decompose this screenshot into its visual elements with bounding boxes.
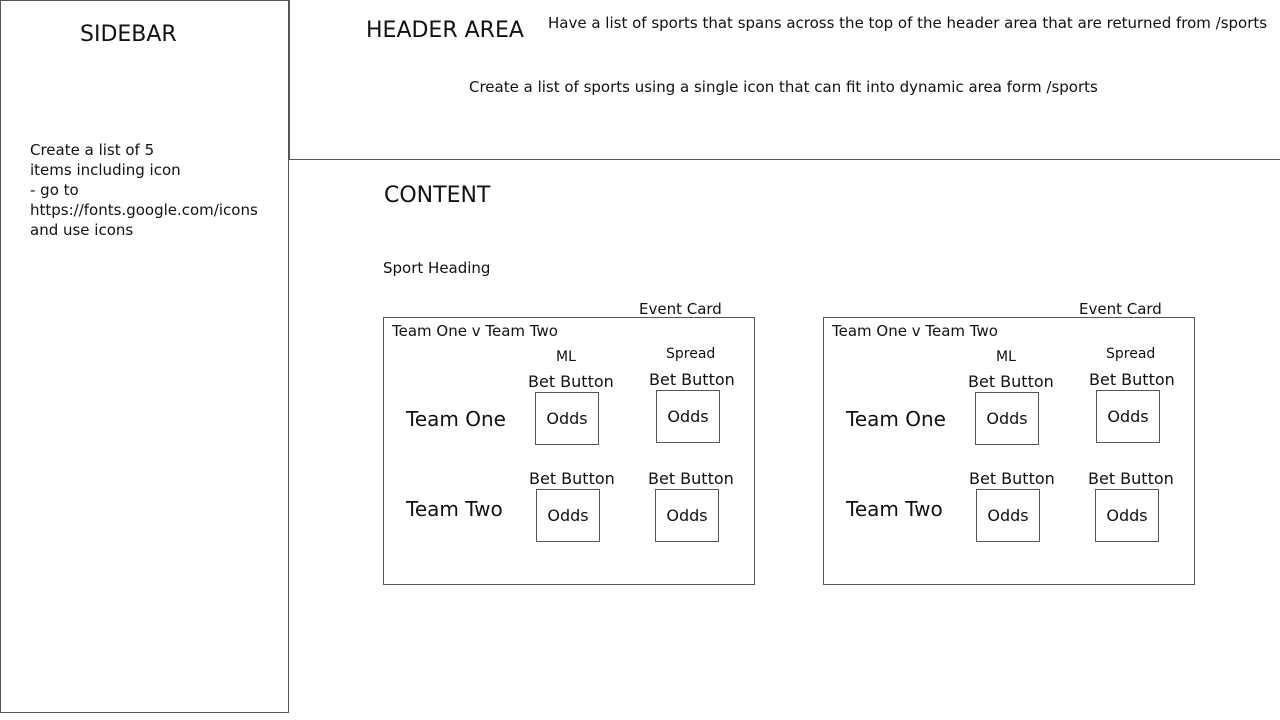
team-two-spread-odds-button[interactable]: Odds xyxy=(1095,489,1159,542)
bet-button-label: Bet Button xyxy=(1088,469,1174,488)
team-two-name: Team Two xyxy=(406,497,503,521)
team-one-ml-odds-button[interactable]: Odds xyxy=(535,392,599,445)
team-two-ml-odds-button[interactable]: Odds xyxy=(536,489,600,542)
team-one-ml-odds-button[interactable]: Odds xyxy=(975,392,1039,445)
event-card-label: Event Card xyxy=(1079,300,1162,318)
ml-column-label: ML xyxy=(556,349,576,365)
bet-button-label: Bet Button xyxy=(529,469,615,488)
spread-column-label: Spread xyxy=(1106,346,1156,362)
event-card-label: Event Card xyxy=(639,300,722,318)
sidebar-title: SIDEBAR xyxy=(80,22,177,47)
team-two-name: Team Two xyxy=(846,497,943,521)
bet-button-label: Bet Button xyxy=(528,372,614,391)
ml-column-label: ML xyxy=(996,349,1016,365)
team-one-spread-odds-button[interactable]: Odds xyxy=(1096,390,1160,443)
content-title: CONTENT xyxy=(384,183,491,208)
bet-button-label: Bet Button xyxy=(649,370,735,389)
event-matchup: Team One v Team Two xyxy=(832,322,998,340)
sidebar-note: Create a list of 5 items including icon … xyxy=(30,141,258,239)
event-card: Team One v Team Two ML Spread Bet Button… xyxy=(383,317,755,585)
team-one-name: Team One xyxy=(406,407,506,431)
bet-button-label: Bet Button xyxy=(1089,370,1175,389)
sidebar xyxy=(0,0,289,713)
team-one-name: Team One xyxy=(846,407,946,431)
team-two-ml-odds-button[interactable]: Odds xyxy=(976,489,1040,542)
event-card: Team One v Team Two ML Spread Bet Button… xyxy=(823,317,1195,585)
team-one-spread-odds-button[interactable]: Odds xyxy=(656,390,720,443)
spread-column-label: Spread xyxy=(666,346,716,362)
bet-button-label: Bet Button xyxy=(648,469,734,488)
header-note-bottom: Create a list of sports using a single i… xyxy=(469,78,1098,96)
bet-button-label: Bet Button xyxy=(969,469,1055,488)
team-two-spread-odds-button[interactable]: Odds xyxy=(655,489,719,542)
bet-button-label: Bet Button xyxy=(968,372,1054,391)
event-matchup: Team One v Team Two xyxy=(392,322,558,340)
header-note-top: Have a list of sports that spans across … xyxy=(548,14,1268,32)
wireframe-canvas: SIDEBAR Create a list of 5 items includi… xyxy=(0,0,1280,720)
sport-heading: Sport Heading xyxy=(383,259,491,277)
header-title: HEADER AREA xyxy=(366,18,524,43)
